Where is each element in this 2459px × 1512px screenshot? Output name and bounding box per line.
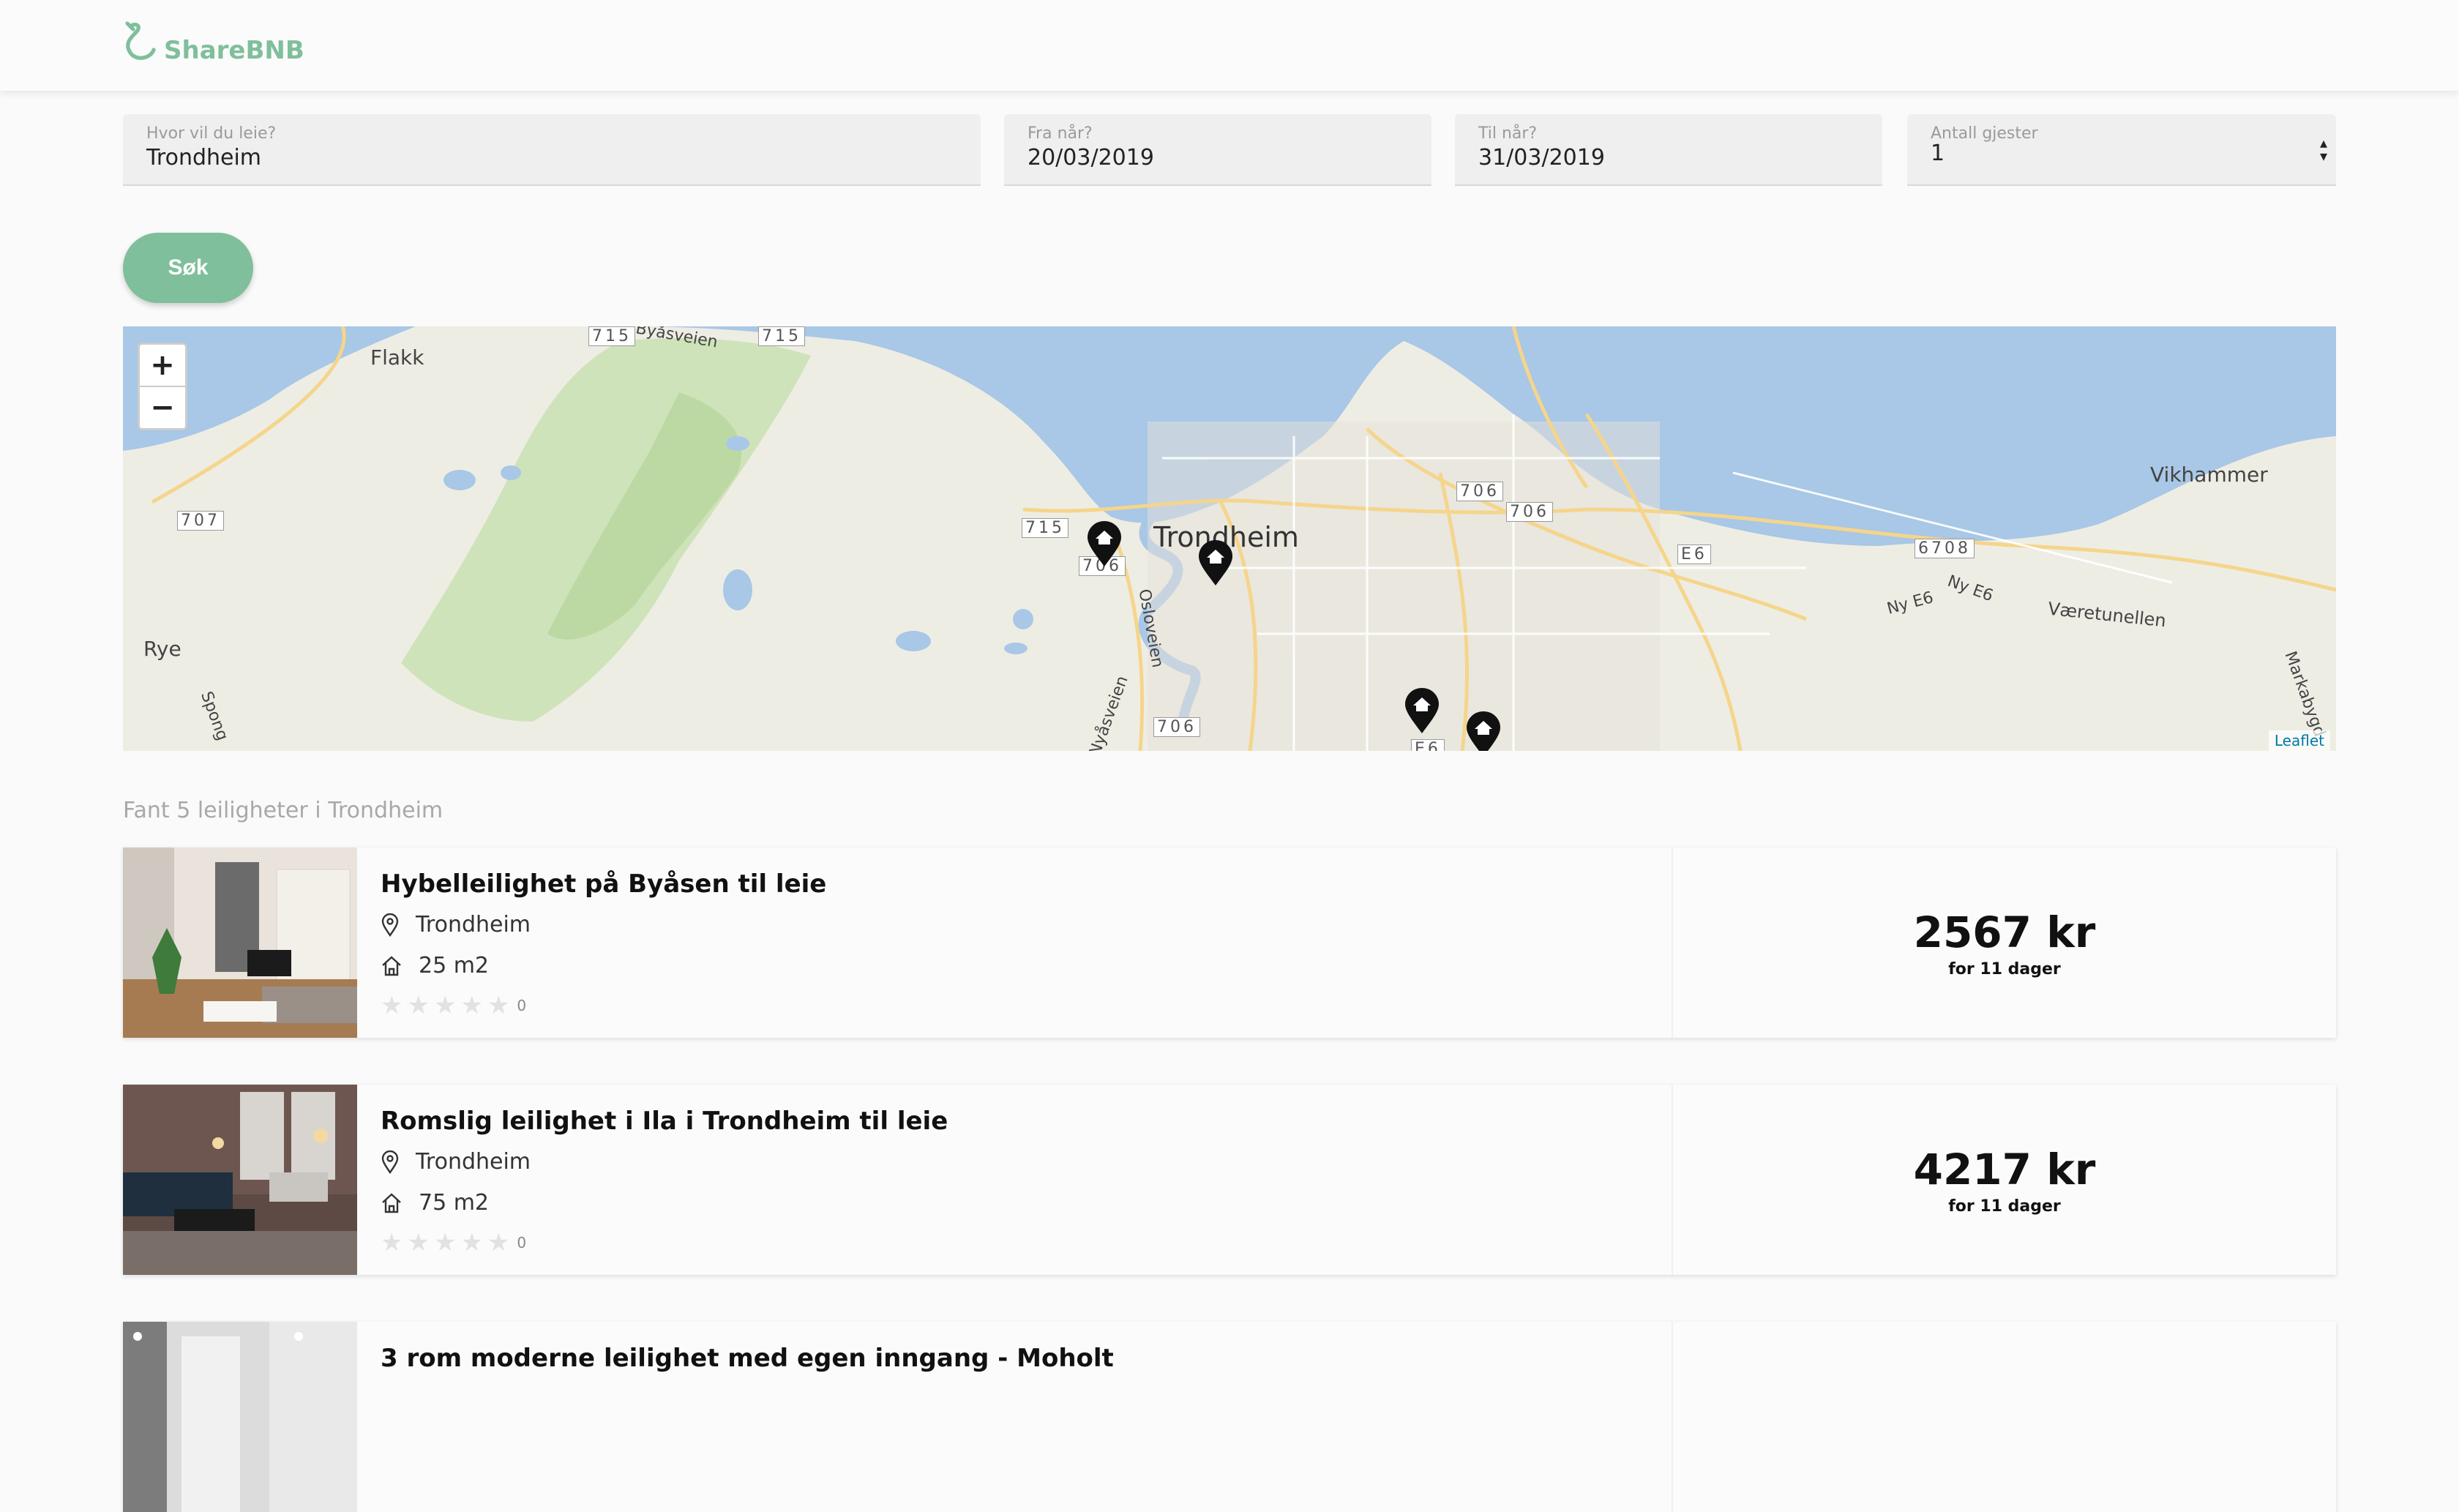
listing-card[interactable]: 3 rom moderne leilighet med egen inngang… bbox=[123, 1322, 2336, 1512]
select-arrows-icon[interactable]: ▴ ▾ bbox=[2320, 135, 2327, 163]
home-icon bbox=[382, 955, 401, 976]
home-icon bbox=[382, 1192, 401, 1213]
road-label-706-d: 706 bbox=[1153, 717, 1200, 737]
result-count: Fant 5 leiligheter i Trondheim bbox=[123, 798, 443, 823]
listing-price: 4217 kr bbox=[1913, 1145, 2096, 1194]
search-button[interactable]: Søk bbox=[123, 233, 253, 303]
road-label-e6-a: E6 bbox=[1677, 544, 1711, 564]
guests-label: Antall gjester bbox=[1931, 124, 2038, 143]
listing-photo[interactable] bbox=[123, 847, 357, 1038]
listing-price: 2567 kr bbox=[1913, 907, 2096, 957]
star-icon: ★ bbox=[407, 1228, 434, 1257]
listing-title[interactable]: 3 rom moderne leilighet med egen inngang… bbox=[381, 1344, 1114, 1373]
map-marker-pin[interactable] bbox=[1465, 711, 1502, 751]
from-date-label: Fra når? bbox=[1028, 124, 1093, 143]
listing-location: Trondheim bbox=[381, 912, 531, 937]
listing-photo[interactable] bbox=[123, 1085, 357, 1275]
listing-title[interactable]: Hybelleilighet på Byåsen til leie bbox=[381, 869, 826, 899]
location-pin-icon bbox=[381, 913, 399, 937]
to-date-input[interactable]: 31/03/2019 bbox=[1478, 145, 1605, 171]
map-label-flakk: Flakk bbox=[370, 345, 424, 370]
where-field[interactable]: Hvor vil du leie? Trondheim bbox=[123, 114, 981, 186]
listing-card[interactable]: Hybelleilighet på Byåsen til leie Trondh… bbox=[123, 847, 2336, 1038]
star-icon: ★ bbox=[433, 1228, 461, 1257]
rating-count: 0 bbox=[517, 997, 527, 1014]
listing-size: 75 m2 bbox=[381, 1190, 489, 1216]
from-date-input[interactable]: 20/03/2019 bbox=[1028, 145, 1154, 171]
map-attribution-link[interactable]: Leaflet bbox=[2268, 730, 2330, 751]
rating-stars: ★ ★ ★ ★ ★ 0 bbox=[381, 1228, 526, 1257]
listing-price-period: for 11 dager bbox=[1948, 1197, 2061, 1216]
road-label-707: 707 bbox=[177, 511, 224, 531]
map-marker-pin[interactable] bbox=[1086, 521, 1123, 568]
star-icon: ★ bbox=[381, 1228, 408, 1257]
listing-size-text: 25 m2 bbox=[419, 953, 490, 978]
sharebnb-logo-icon bbox=[125, 21, 156, 60]
location-pin-icon bbox=[381, 1150, 399, 1174]
road-label-706-b: 706 bbox=[1456, 482, 1503, 501]
star-icon: ★ bbox=[487, 991, 514, 1020]
map-label-vikhammer: Vikhammer bbox=[2150, 463, 2268, 487]
zoom-control: + − bbox=[138, 343, 187, 430]
logo[interactable]: ShareBNB bbox=[121, 20, 304, 67]
star-icon: ★ bbox=[487, 1228, 514, 1257]
card-divider bbox=[1672, 1322, 1673, 1512]
listing-photo[interactable] bbox=[123, 1322, 357, 1512]
zoom-out-button[interactable]: − bbox=[140, 386, 185, 428]
listing-card[interactable]: Romslig leilighet i Ila i Trondheim til … bbox=[123, 1085, 2336, 1275]
road-label-706-c: 706 bbox=[1506, 502, 1553, 522]
map-marker-pin[interactable] bbox=[1404, 688, 1440, 735]
where-input[interactable]: Trondheim bbox=[146, 145, 261, 171]
to-date-label: Til når? bbox=[1478, 124, 1538, 143]
top-header: ShareBNB bbox=[0, 0, 2459, 91]
listing-location-text: Trondheim bbox=[416, 912, 531, 937]
map-marker-pin[interactable] bbox=[1197, 540, 1234, 587]
map-label-rye: Rye bbox=[143, 637, 181, 661]
star-icon: ★ bbox=[460, 1228, 487, 1257]
road-label-715-b: 715 bbox=[758, 326, 805, 346]
from-date-field[interactable]: Fra når? 20/03/2019 bbox=[1004, 114, 1431, 186]
zoom-in-button[interactable]: + bbox=[140, 345, 185, 386]
road-label-6708: 6708 bbox=[1915, 539, 1975, 558]
to-date-field[interactable]: Til når? 31/03/2019 bbox=[1455, 114, 1882, 186]
star-icon: ★ bbox=[407, 991, 434, 1020]
road-label-715-a: 715 bbox=[588, 326, 635, 346]
listing-price-period: for 11 dager bbox=[1948, 960, 2061, 978]
map[interactable]: + − Flakk Trondheim Vikhammer Rye Væretu… bbox=[123, 326, 2336, 751]
star-icon: ★ bbox=[460, 991, 487, 1020]
guests-field[interactable]: Antall gjester 1 ▴ ▾ bbox=[1907, 114, 2336, 186]
listing-size-text: 75 m2 bbox=[419, 1190, 490, 1216]
star-icon: ★ bbox=[381, 991, 408, 1020]
guests-select[interactable]: 1 bbox=[1931, 141, 1945, 166]
listing-location: Trondheim bbox=[381, 1149, 531, 1175]
where-label: Hvor vil du leie? bbox=[146, 124, 277, 143]
listing-title[interactable]: Romslig leilighet i Ila i Trondheim til … bbox=[381, 1107, 948, 1136]
road-label-e6-b: E6 bbox=[1411, 739, 1445, 751]
rating-stars: ★ ★ ★ ★ ★ 0 bbox=[381, 991, 526, 1020]
listing-size: 25 m2 bbox=[381, 953, 489, 978]
logo-text: ShareBNB bbox=[164, 36, 304, 65]
road-label-715-c: 715 bbox=[1022, 518, 1068, 538]
listing-location-text: Trondheim bbox=[416, 1149, 531, 1175]
star-icon: ★ bbox=[433, 991, 461, 1020]
rating-count: 0 bbox=[517, 1234, 527, 1251]
